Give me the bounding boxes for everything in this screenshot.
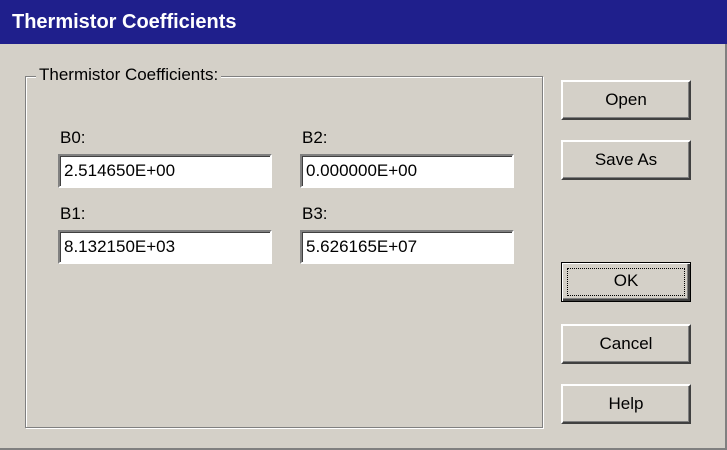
b3-input[interactable] bbox=[300, 230, 514, 264]
save-as-button-label: Save As bbox=[594, 150, 658, 169]
save-as-button[interactable]: Save As bbox=[561, 140, 691, 180]
b1-input[interactable] bbox=[58, 230, 272, 264]
b2-input[interactable] bbox=[300, 154, 514, 188]
b1-label: B1: bbox=[60, 204, 86, 223]
open-button[interactable]: Open bbox=[561, 80, 691, 120]
b3-label: B3: bbox=[302, 204, 328, 223]
ok-button[interactable]: OK bbox=[561, 262, 691, 302]
title-bar[interactable]: Thermistor Coefficients bbox=[0, 0, 727, 44]
b0-label: B0: bbox=[60, 128, 86, 147]
help-button[interactable]: Help bbox=[561, 384, 691, 424]
b0-input[interactable] bbox=[58, 154, 272, 188]
cancel-button-label: Cancel bbox=[599, 334, 653, 353]
b2-label: B2: bbox=[302, 128, 328, 147]
window-title: Thermistor Coefficients bbox=[12, 11, 237, 33]
open-button-label: Open bbox=[605, 90, 647, 109]
dialog-window: Thermistor Coefficients Thermistor Coeff… bbox=[0, 0, 727, 450]
help-button-label: Help bbox=[608, 394, 644, 413]
ok-button-label: OK bbox=[613, 271, 639, 290]
group-legend: Thermistor Coefficients: bbox=[36, 63, 222, 87]
cancel-button[interactable]: Cancel bbox=[561, 324, 691, 364]
